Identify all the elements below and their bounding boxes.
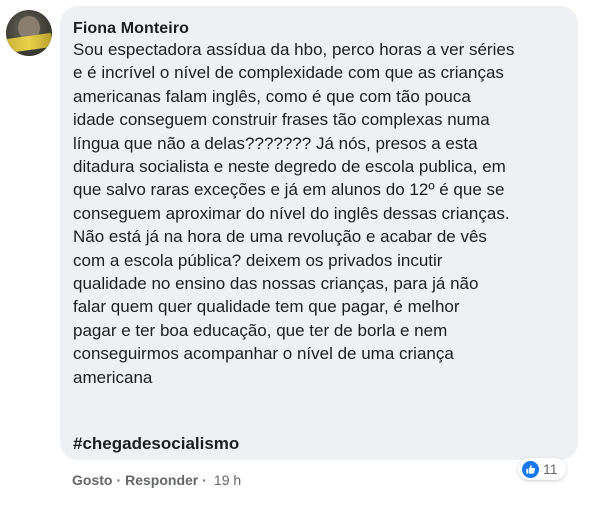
comment-screen: Fiona Monteiro Sou espectadora assídua d… bbox=[0, 0, 600, 505]
time-separator: · bbox=[202, 472, 207, 488]
comment-line: língua que não a delas??????? Já nós, pr… bbox=[73, 133, 478, 153]
comment-line: conseguem aproximar do nível do inglês d… bbox=[73, 203, 510, 223]
like-icon bbox=[522, 460, 539, 478]
like-button[interactable]: Gosto bbox=[72, 472, 112, 488]
comment-line: qualidade no ensino das nossas crianças,… bbox=[73, 274, 479, 294]
comment-line: e é incrível o nível de complexidade com… bbox=[73, 63, 504, 83]
comment-actions: Gosto · Responder · 19 h bbox=[72, 472, 241, 488]
comment-line: com a escola pública? deixem os privados… bbox=[73, 250, 443, 270]
avatar[interactable] bbox=[6, 10, 52, 56]
comment-line: ditadura socialista e neste degredo de e… bbox=[73, 157, 506, 177]
reply-button[interactable]: Responder bbox=[125, 472, 198, 488]
comment-line: Sou espectadora assídua da hbo, perco ho… bbox=[73, 40, 515, 59]
comment-line: que salvo raras exceções e já em alunos … bbox=[73, 180, 505, 200]
comment-line: americanas falam inglês, como é que com … bbox=[73, 86, 471, 106]
comment-line: falar quem quer qualidade tem que pagar,… bbox=[73, 297, 460, 317]
comment-timestamp[interactable]: 19 h bbox=[214, 472, 241, 488]
comment-line: Não está já na hora de uma revolução e a… bbox=[73, 227, 487, 247]
comment-line: idade conseguem construir frases tão com… bbox=[73, 110, 490, 130]
comment-body: Sou espectadora assídua da hbo, perco ho… bbox=[73, 38, 573, 389]
comment-author[interactable]: Fiona Monteiro bbox=[73, 20, 189, 38]
reaction-count: 11 bbox=[543, 461, 558, 477]
comment-line: americana bbox=[73, 367, 153, 387]
avatar-band bbox=[6, 32, 52, 54]
comment-line: pagar e ter boa educação, que ter de bor… bbox=[73, 320, 448, 340]
comment-bubble: Fiona Monteiro Sou espectadora assídua d… bbox=[60, 6, 578, 460]
hashtag-link[interactable]: #chegadesocialismo bbox=[73, 434, 239, 454]
comment-line: conseguirmos acompanhar o nível de uma c… bbox=[73, 344, 454, 364]
action-separator: · bbox=[116, 472, 122, 488]
reaction-summary[interactable]: 11 bbox=[518, 458, 566, 480]
